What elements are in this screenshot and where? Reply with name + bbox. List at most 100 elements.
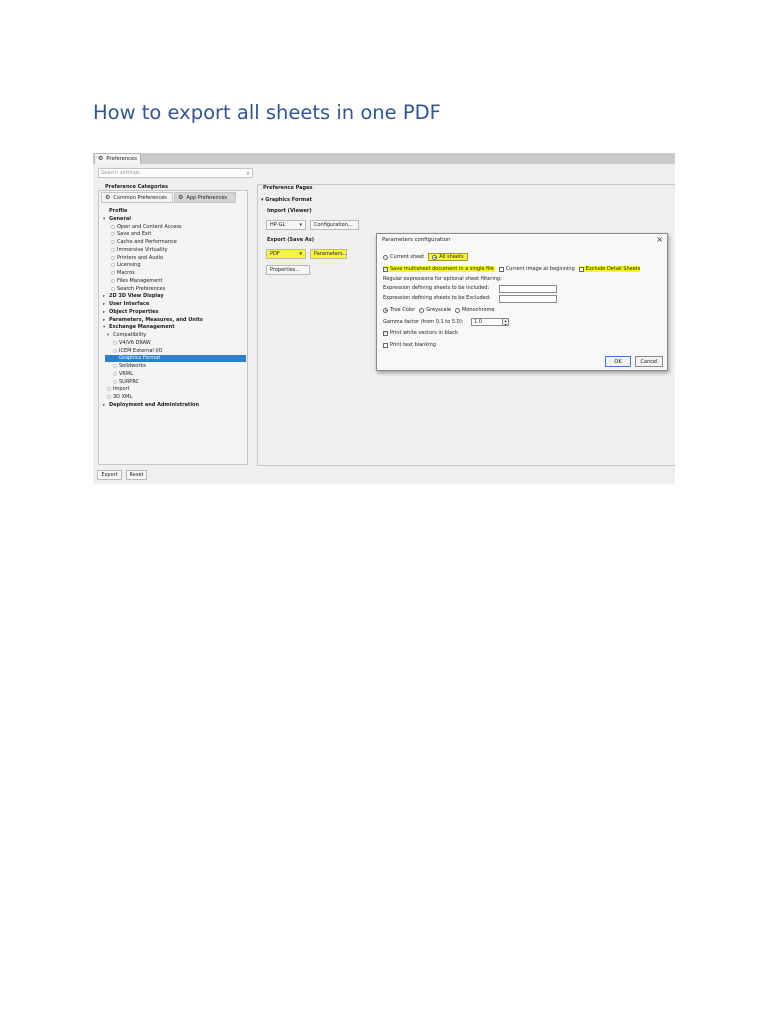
tab-app-preferences[interactable]: ⚙ App Preferences [174,192,236,203]
tree-item[interactable]: ▾ General [103,216,131,223]
gamma-label: Gamma factor (from 0.1 to 5.0): [383,319,464,325]
preference-pages-label: Preference Pages [263,185,313,191]
current-image-checkbox[interactable] [498,266,504,272]
tree-item-label: SURPRC [119,378,140,385]
current-sheet-label: Current sheet [390,254,425,260]
export-format-select[interactable]: PDF ▾ [266,249,306,259]
tree-item[interactable]: ○ Printers and Audio [111,255,163,262]
tree-item-label: Compatibility [113,332,147,338]
tree-item[interactable]: ○ Files Management [111,278,163,285]
gamma-field[interactable]: 1.0 [471,318,503,326]
tree-item[interactable]: ○ Licensing [111,262,141,269]
include-expression-field[interactable] [499,285,557,293]
gamma-stepper[interactable]: ▴ ▾ [502,318,509,326]
monochrome-radio[interactable] [455,307,461,313]
greyscale-label: Greyscale [426,307,452,313]
tree-item-label: Search Preferences [117,285,166,292]
tree-item[interactable]: ○ 3D XML [107,394,132,401]
tree-item[interactable]: Profile [103,208,127,215]
gear-icon: ⚙ [178,193,184,201]
tab-app-preferences-label: App Preferences [186,194,228,201]
tree-item[interactable]: ▸ 2D 3D View Display [103,293,164,300]
tree-item[interactable]: ▾ Exchange Management [103,324,175,331]
gear-icon: ⚙ [98,155,104,162]
sheet-scope-radio-group: Current sheet All sheets [383,253,468,261]
dropdown-arrow-icon: ▾ [299,251,302,257]
export-button[interactable]: Export [97,470,122,480]
tree-item-label: VRML [119,370,133,377]
tree-item-label: Open and Content Access [117,223,182,230]
tree-item[interactable]: ▸ Deployment and Administration [103,402,199,409]
tree-item-label: Deployment and Administration [109,401,200,408]
preferences-tab-label: Preferences [106,156,137,162]
print-white-option[interactable]: ✓ Print white vectors in black [383,329,458,337]
print-white-checkbox[interactable]: ✓ [383,330,388,336]
exclude-detail-checkbox[interactable] [578,266,584,272]
search-placeholder: Search settings [101,170,140,176]
tree-item[interactable]: ○ Open and Content Access [111,224,182,231]
all-sheets-option[interactable]: All sheets [428,253,468,261]
tree-item-label: Object Properties [109,308,159,315]
tree-item[interactable]: ▸ User Interface [103,301,149,308]
tree-item[interactable]: ○ SURPRC [113,379,139,386]
window-tab-bar: ⚙ Preferences [93,153,675,164]
tree-item-label: Import [113,386,130,393]
print-white-label: Print white vectors in black [390,330,458,336]
tree-item-selected[interactable]: ○ Graphics Format [105,355,246,363]
parameters-button[interactable]: Parameters... [310,249,347,259]
tree-item[interactable]: ▸ Object Properties [103,309,159,316]
tree-item[interactable]: ○ VRML [113,371,133,378]
preferences-tab[interactable]: ⚙ Preferences [94,153,141,164]
close-icon[interactable]: × [656,235,663,244]
save-multisheet-checkbox[interactable]: ✓ [383,266,388,272]
configuration-button[interactable]: Configuration... [310,220,359,230]
tree-item-label: Profile [109,208,128,214]
graphics-format-section[interactable]: ▾ Graphics Format [261,197,312,203]
exclude-detail-option[interactable]: Exclude Detail Sheets [578,266,641,272]
dialog-title: Parameters configuration [382,237,451,243]
all-sheets-radio[interactable] [432,254,438,260]
tree-item-label: 2D 3D View Display [109,293,164,300]
tree-item-label: General [109,215,131,222]
tree-item-label: V4/V6 DRAW [119,339,151,346]
exclude-expression-label: Expression defining sheets to be Exclude… [383,295,491,301]
parameters-dialog: Parameters configuration × Current sheet… [376,233,668,371]
tab-common-preferences[interactable]: ⚙ Common Preferences [101,192,173,203]
color-mode-radio-group: True Color Greyscale Monochrome [383,306,495,314]
tree-item[interactable]: ○ V4/V6 DRAW [113,340,151,347]
save-multisheet-option[interactable]: ✓ Save multisheet document in a single f… [383,266,495,272]
current-sheet-radio[interactable] [383,254,388,260]
tree-item[interactable]: ○ Immersive Virtuality [111,247,168,254]
tree-item[interactable]: ○ Cache and Performance [111,239,177,246]
tree-item[interactable]: ○ Solidworks [113,363,146,370]
exclude-expression-field[interactable] [499,295,557,303]
true-color-label: True Color [390,307,416,313]
tree-item[interactable]: ▾ Compatibility [107,332,146,339]
print-text-checkbox[interactable] [383,342,388,348]
search-input[interactable]: Search settings ⌕ [98,168,253,178]
tree-item[interactable]: ○ Import [107,386,130,393]
greyscale-radio[interactable] [419,307,425,313]
cancel-button[interactable]: Cancel [635,356,663,367]
properties-button[interactable]: Properties... [266,265,310,275]
reset-button[interactable]: Reset [126,470,147,480]
import-format-value: HP-GL [270,222,286,228]
tree-item[interactable]: ○ Macros [111,270,135,277]
tree-item[interactable]: ○ Search Preferences [111,286,165,293]
dropdown-arrow-icon: ▾ [299,222,302,228]
tree-item[interactable]: ○ Save and Exit [111,231,151,238]
import-format-select[interactable]: HP-GL ▾ [266,220,306,230]
gear-icon: ⚙ [105,193,111,201]
graphics-format-label: Graphics Format [265,197,312,203]
tree-item[interactable]: ○ ICEM External I/O [113,348,162,355]
multisheet-options-row: ✓ Save multisheet document in a single f… [383,265,641,273]
tree-item-label: Printers and Audio [117,254,164,261]
print-text-option[interactable]: Print text blanking [383,341,436,349]
true-color-radio[interactable] [383,307,388,313]
document-title: How to export all sheets in one PDF [93,101,441,124]
search-icon[interactable]: ⌕ [247,170,250,178]
ok-button[interactable]: OK [605,356,631,367]
tree-item-label: ICEM External I/O [119,347,163,354]
print-text-label: Print text blanking [390,342,436,348]
tree-item[interactable]: ▸ Parameters, Measures, and Units [103,317,203,324]
